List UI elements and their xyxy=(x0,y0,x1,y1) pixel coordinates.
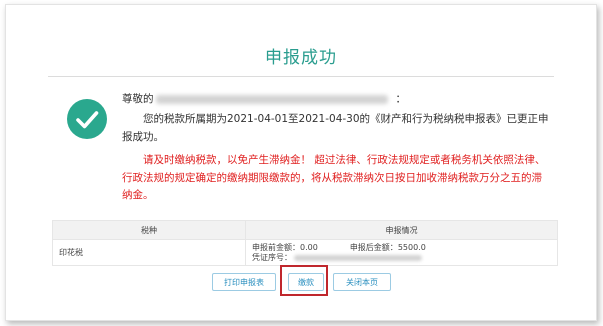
after-amount-label: 申报后金额： xyxy=(349,243,398,252)
before-amount-value: 0.00 xyxy=(300,243,318,252)
after-amount-value: 5500.0 xyxy=(397,243,426,252)
amount-line: 申报前金额：0.00 申报后金额：5500.0 xyxy=(252,243,557,253)
greeting-colon: ： xyxy=(395,93,407,105)
cell-declare-status: 申报前金额：0.00 申报后金额：5500.0 凭证序号： xyxy=(246,240,557,265)
before-amount-label: 申报前金额： xyxy=(252,243,300,252)
page-title: 申报成功 xyxy=(265,48,337,68)
table-header: 税种 申报情况 xyxy=(52,220,558,240)
table-row: 印花税 申报前金额：0.00 申报后金额：5500.0 凭证序号： xyxy=(52,240,558,266)
close-page-button[interactable]: 关闭本页 xyxy=(333,273,391,291)
header-tax-kind: 税种 xyxy=(53,221,246,239)
tax-table: 税种 申报情况 印花税 申报前金额：0.00 申报后金额：5500.0 凭证序号： xyxy=(52,220,558,266)
check-icon xyxy=(67,99,107,139)
greeting-label: 尊敬的 xyxy=(122,93,154,105)
serial-line: 凭证序号： xyxy=(252,253,557,263)
taxpayer-name-redacted xyxy=(155,94,388,104)
greeting-line: 尊敬的 ： xyxy=(122,91,552,109)
success-dialog: 申报成功 尊敬的 ： 您的税款所属期为2021-04-01至2021-04-30的… xyxy=(5,4,597,321)
serial-number-redacted xyxy=(294,254,422,261)
cell-tax-kind: 印花税 xyxy=(53,240,246,265)
header-declare-status: 申报情况 xyxy=(385,225,418,235)
success-message: 您的税款所属期为2021-04-01至2021-04-30的《财产和行为税纳税申… xyxy=(122,113,549,143)
title-divider xyxy=(48,76,554,77)
pay-button[interactable]: 缴款 xyxy=(288,273,324,291)
serial-label: 凭证序号： xyxy=(252,253,292,262)
print-declaration-button[interactable]: 打印申报表 xyxy=(212,273,276,291)
payment-warning: 请及时缴纳税款，以免产生滞纳金！ 超过法律、行政法规规定或者税务机关依照法律、行… xyxy=(122,154,546,201)
